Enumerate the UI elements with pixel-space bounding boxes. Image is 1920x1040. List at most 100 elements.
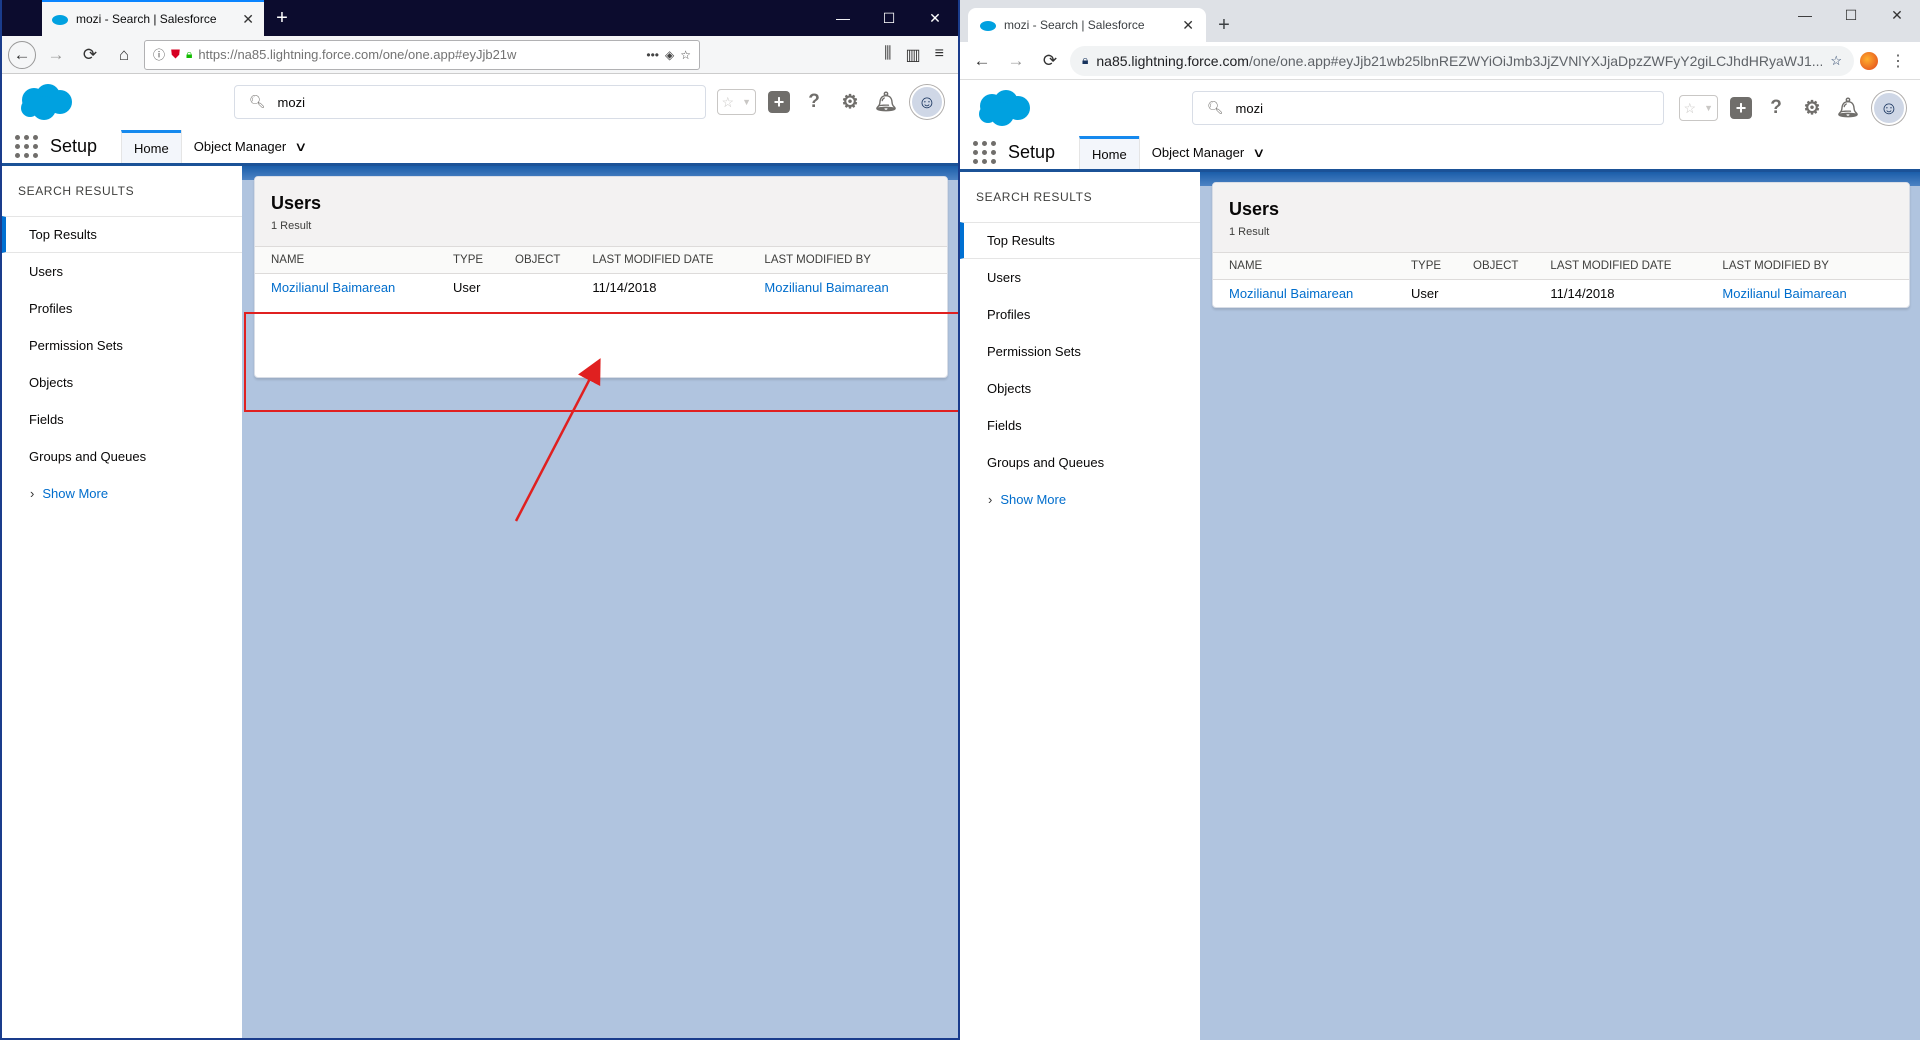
search-value[interactable]: mozi <box>278 95 305 110</box>
app-launcher-icon[interactable] <box>960 136 1008 169</box>
chevron-down-icon[interactable]: ▼ <box>738 90 755 114</box>
close-window-icon[interactable]: ✕ <box>1874 0 1920 30</box>
sidebar-item-fields[interactable]: Fields <box>2 401 242 438</box>
home-icon[interactable]: ⌂ <box>110 41 138 69</box>
gear-icon[interactable]: ⚙ <box>838 90 862 114</box>
forward-icon[interactable]: → <box>1002 47 1030 75</box>
search-value[interactable]: mozi <box>1236 101 1263 116</box>
sidebar-item-groups-and-queues[interactable]: Groups and Queues <box>2 438 242 475</box>
close-tab-icon[interactable]: ✕ <box>242 11 254 28</box>
reload-icon[interactable]: ⟳ <box>76 41 104 69</box>
sidebar-item-objects[interactable]: Objects <box>2 364 242 401</box>
info-icon[interactable]: ⓘ <box>153 46 165 63</box>
help-icon[interactable]: ? <box>1764 96 1788 120</box>
pocket-icon[interactable]: ◈ <box>665 48 674 62</box>
sidebar-icon[interactable]: ▥ <box>906 45 921 65</box>
sidebar-item-fields[interactable]: Fields <box>960 407 1200 444</box>
address-bar[interactable]: ⓘ ⛊ 🔒︎ https://na85.lightning.force.com/… <box>144 39 700 70</box>
salesforce-logo-icon[interactable] <box>974 88 1034 128</box>
bell-icon[interactable]: 🔔︎ <box>874 90 898 114</box>
maximize-icon[interactable]: ☐ <box>866 0 912 36</box>
minimize-icon[interactable]: — <box>820 0 866 36</box>
sidebar-item-users[interactable]: Users <box>960 259 1200 296</box>
favorites-button[interactable]: ☆ ▼ <box>1678 95 1718 121</box>
back-icon[interactable]: ← <box>968 47 996 75</box>
sidebar-item-permission-sets[interactable]: Permission Sets <box>960 333 1200 370</box>
sidebar-item-permission-sets[interactable]: Permission Sets <box>2 327 242 364</box>
bookmark-star-icon[interactable]: ☆ <box>1830 53 1842 69</box>
library-icon[interactable]: ⫼ <box>884 45 891 65</box>
chevron-down-icon[interactable]: ∨ <box>294 139 307 155</box>
tab-home[interactable]: Home <box>1079 136 1139 169</box>
bell-icon[interactable]: 🔔︎ <box>1836 96 1860 120</box>
sidebar-item-top-results[interactable]: Top Results <box>2 216 242 253</box>
chevron-down-icon[interactable]: ∨ <box>1252 145 1265 161</box>
url-text[interactable]: https://na85.lightning.force.com/one/one… <box>198 47 640 62</box>
sidebar-item-users[interactable]: Users <box>2 253 242 290</box>
forward-icon[interactable]: → <box>42 41 70 69</box>
sidebar-item-objects[interactable]: Objects <box>960 370 1200 407</box>
sidebar-item-top-results[interactable]: Top Results <box>960 222 1200 259</box>
column-header-name: NAME <box>255 247 437 274</box>
chevron-down-icon[interactable]: ▼ <box>1700 96 1717 120</box>
sidebar-item-profiles[interactable]: Profiles <box>2 290 242 327</box>
url-text[interactable]: na85.lightning.force.com/one/one.app#eyJ… <box>1096 53 1822 69</box>
star-icon[interactable]: ☆ <box>718 90 739 114</box>
firefox-tab[interactable]: mozi - Search | Salesforce ✕ <box>42 0 264 36</box>
tab-object-manager-label: Object Manager <box>1151 145 1245 160</box>
help-icon[interactable]: ? <box>802 90 826 114</box>
sidebar-item-groups-and-queues[interactable]: Groups and Queues <box>960 444 1200 481</box>
column-header-object: OBJECT <box>499 247 577 274</box>
new-tab-button[interactable]: + <box>1206 8 1242 42</box>
chrome-tab[interactable]: mozi - Search | Salesforce ✕ <box>968 8 1206 42</box>
close-window-icon[interactable]: ✕ <box>912 0 958 36</box>
sidebar-item-profiles[interactable]: Profiles <box>960 296 1200 333</box>
firefox-window: mozi - Search | Salesforce ✕ + — ☐ ✕ ← →… <box>0 0 960 1040</box>
tracking-icon[interactable]: ⛊ <box>171 47 180 62</box>
global-search-input[interactable]: 🔍︎ mozi <box>234 85 706 119</box>
app-launcher-icon[interactable] <box>2 130 50 163</box>
avatar-icon[interactable]: ☺ <box>1872 91 1906 125</box>
reload-icon[interactable]: ⟳ <box>1036 47 1064 75</box>
lock-icon[interactable]: 🔒︎ <box>1082 53 1088 68</box>
global-search-input[interactable]: 🔍︎ mozi <box>1192 91 1664 125</box>
salesforce-logo-icon[interactable] <box>16 82 76 122</box>
address-bar[interactable]: 🔒︎ na85.lightning.force.com/one/one.app#… <box>1070 45 1854 76</box>
lock-icon[interactable]: 🔒︎ <box>186 47 192 62</box>
page-actions-icon[interactable]: ••• <box>646 48 659 62</box>
extension-icon[interactable] <box>1860 51 1878 70</box>
minimize-icon[interactable]: — <box>1782 0 1828 30</box>
plus-icon[interactable]: + <box>1730 97 1752 119</box>
user-object <box>1457 279 1534 307</box>
tab-object-manager[interactable]: Object Manager ∨ <box>180 130 318 163</box>
maximize-icon[interactable]: ☐ <box>1828 0 1874 30</box>
plus-icon[interactable]: + <box>768 91 790 113</box>
modified-by-link[interactable]: Mozilianul Baimarean <box>764 280 888 295</box>
table-header-row: NAME TYPE OBJECT LAST MODIFIED DATE LAST… <box>255 247 947 274</box>
show-more-link[interactable]: › Show More <box>960 481 1200 518</box>
sf-nav-bar: Setup Home Object Manager ∨ <box>2 130 958 166</box>
gear-icon[interactable]: ⚙ <box>1800 96 1824 120</box>
show-more-link[interactable]: › Show More <box>2 475 242 512</box>
window-controls: — ☐ ✕ <box>820 0 958 36</box>
tab-object-manager[interactable]: Object Manager ∨ <box>1138 136 1276 169</box>
app-name: Setup <box>1008 142 1056 162</box>
menu-icon[interactable]: ≡ <box>935 45 944 65</box>
modified-by-link[interactable]: Mozilianul Baimarean <box>1722 286 1846 301</box>
new-tab-button[interactable]: + <box>264 0 300 36</box>
tab-home[interactable]: Home <box>121 130 181 163</box>
favorites-button[interactable]: ☆ ▼ <box>716 89 756 115</box>
window-controls: — ☐ ✕ <box>1782 0 1920 30</box>
user-name-link[interactable]: Mozilianul Baimarean <box>271 280 395 295</box>
column-header-type: TYPE <box>437 247 500 274</box>
salesforce-favicon-icon <box>980 20 996 31</box>
user-name-link[interactable]: Mozilianul Baimarean <box>1229 286 1353 301</box>
annotation-highlight-box <box>244 312 958 412</box>
menu-icon[interactable]: ⋮ <box>1884 51 1912 71</box>
star-icon[interactable]: ☆ <box>1680 96 1701 120</box>
close-tab-icon[interactable]: ✕ <box>1182 17 1194 34</box>
sf-nav-bar: Setup Home Object Manager ∨ <box>960 136 1920 172</box>
back-icon[interactable]: ← <box>8 40 36 69</box>
bookmark-star-icon[interactable]: ☆ <box>680 48 691 62</box>
avatar-icon[interactable]: ☺ <box>910 85 944 119</box>
